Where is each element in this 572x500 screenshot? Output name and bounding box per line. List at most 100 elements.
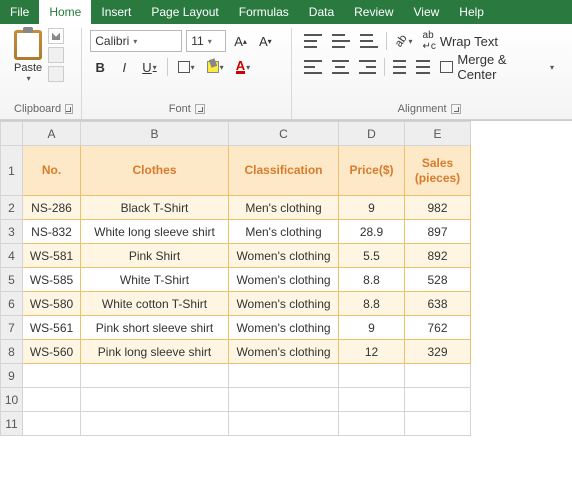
paste-button[interactable]: Paste ▾ (14, 28, 42, 83)
row-header[interactable]: 8 (1, 340, 23, 364)
cell[interactable]: White cotton T-Shirt (81, 292, 229, 316)
cell[interactable]: 897 (405, 220, 471, 244)
cell[interactable]: NS-832 (23, 220, 81, 244)
cell[interactable]: White long sleeve shirt (81, 220, 229, 244)
merge-center-button[interactable]: Merge & Center▾ (436, 56, 558, 78)
cell[interactable]: Black T-Shirt (81, 196, 229, 220)
row-header[interactable]: 7 (1, 316, 23, 340)
cell[interactable]: 5.5 (339, 244, 405, 268)
select-all-corner[interactable] (1, 122, 23, 146)
tab-home[interactable]: Home (39, 0, 91, 24)
cell[interactable]: 8.8 (339, 292, 405, 316)
cell[interactable]: Men's clothing (229, 220, 339, 244)
table-header-cell[interactable]: Sales (pieces) (405, 146, 471, 196)
cell[interactable]: Pink long sleeve shirt (81, 340, 229, 364)
cell[interactable]: 329 (405, 340, 471, 364)
cell[interactable]: WS-585 (23, 268, 81, 292)
cell[interactable]: Women's clothing (229, 292, 339, 316)
format-painter-button[interactable] (48, 66, 64, 82)
cell[interactable] (23, 388, 81, 412)
cell[interactable]: Pink short sleeve shirt (81, 316, 229, 340)
cell[interactable]: Women's clothing (229, 268, 339, 292)
row-header[interactable]: 5 (1, 268, 23, 292)
cell[interactable] (229, 412, 339, 436)
increase-indent-button[interactable] (412, 56, 433, 78)
cell[interactable]: 638 (405, 292, 471, 316)
align-right-button[interactable] (355, 56, 380, 78)
row-header[interactable]: 6 (1, 292, 23, 316)
font-expander[interactable] (195, 104, 205, 114)
decrease-indent-button[interactable] (389, 56, 410, 78)
orientation-button[interactable]: ab▾ (391, 30, 416, 52)
col-header-C[interactable]: C (229, 122, 339, 146)
row-header[interactable]: 2 (1, 196, 23, 220)
row-header[interactable]: 9 (1, 364, 23, 388)
bold-button[interactable]: B (90, 56, 110, 78)
row-header[interactable]: 10 (1, 388, 23, 412)
cell[interactable] (339, 364, 405, 388)
cell[interactable] (81, 388, 229, 412)
tab-view[interactable]: View (404, 0, 450, 24)
cell[interactable] (339, 412, 405, 436)
cell[interactable]: 28.9 (339, 220, 405, 244)
cell[interactable]: 892 (405, 244, 471, 268)
cell[interactable]: Women's clothing (229, 244, 339, 268)
cell[interactable]: 9 (339, 316, 405, 340)
cell[interactable] (81, 364, 229, 388)
tab-page-layout[interactable]: Page Layout (141, 0, 228, 24)
table-header-cell[interactable]: Classification (229, 146, 339, 196)
table-header-cell[interactable]: Clothes (81, 146, 229, 196)
cell[interactable]: White T-Shirt (81, 268, 229, 292)
cell[interactable]: Pink Shirt (81, 244, 229, 268)
cell[interactable] (81, 412, 229, 436)
cell[interactable]: WS-561 (23, 316, 81, 340)
table-header-cell[interactable]: Price($) (339, 146, 405, 196)
row-header[interactable]: 3 (1, 220, 23, 244)
cell[interactable]: Women's clothing (229, 316, 339, 340)
tab-help[interactable]: Help (449, 0, 494, 24)
font-size-combo[interactable]: 11▾ (186, 30, 226, 52)
tab-review[interactable]: Review (344, 0, 403, 24)
align-left-button[interactable] (300, 56, 325, 78)
cell[interactable]: 528 (405, 268, 471, 292)
font-name-combo[interactable]: Calibri▾ (90, 30, 182, 52)
cell[interactable] (339, 388, 405, 412)
cell[interactable]: WS-580 (23, 292, 81, 316)
copy-button[interactable] (48, 47, 64, 63)
col-header-B[interactable]: B (81, 122, 229, 146)
cell[interactable]: 982 (405, 196, 471, 220)
cell[interactable]: 9 (339, 196, 405, 220)
cell[interactable]: WS-560 (23, 340, 81, 364)
align-center-button[interactable] (328, 56, 353, 78)
fill-color-button[interactable]: ▾ (203, 56, 228, 78)
align-middle-button[interactable] (328, 30, 354, 52)
alignment-expander[interactable] (451, 104, 461, 114)
cell[interactable]: 762 (405, 316, 471, 340)
tab-file[interactable]: File (0, 0, 39, 24)
row-header[interactable]: 1 (1, 146, 23, 196)
tab-data[interactable]: Data (299, 0, 344, 24)
row-header[interactable]: 4 (1, 244, 23, 268)
cell[interactable]: WS-581 (23, 244, 81, 268)
cell[interactable] (229, 388, 339, 412)
row-header[interactable]: 11 (1, 412, 23, 436)
cell[interactable] (405, 388, 471, 412)
col-header-D[interactable]: D (339, 122, 405, 146)
cell[interactable] (229, 364, 339, 388)
cell[interactable]: NS-286 (23, 196, 81, 220)
cell[interactable]: 12 (339, 340, 405, 364)
increase-font-button[interactable]: A▴ (230, 30, 251, 52)
cell[interactable]: Women's clothing (229, 340, 339, 364)
underline-button[interactable]: U▾ (138, 56, 160, 78)
col-header-E[interactable]: E (405, 122, 471, 146)
cell[interactable] (405, 412, 471, 436)
cell[interactable] (405, 364, 471, 388)
decrease-font-button[interactable]: A▾ (255, 30, 276, 52)
cell[interactable]: 8.8 (339, 268, 405, 292)
col-header-A[interactable]: A (23, 122, 81, 146)
cell[interactable]: Men's clothing (229, 196, 339, 220)
table-header-cell[interactable]: No. (23, 146, 81, 196)
borders-button[interactable]: ▾ (174, 56, 199, 78)
align-top-button[interactable] (300, 30, 326, 52)
clipboard-expander[interactable] (65, 104, 73, 114)
